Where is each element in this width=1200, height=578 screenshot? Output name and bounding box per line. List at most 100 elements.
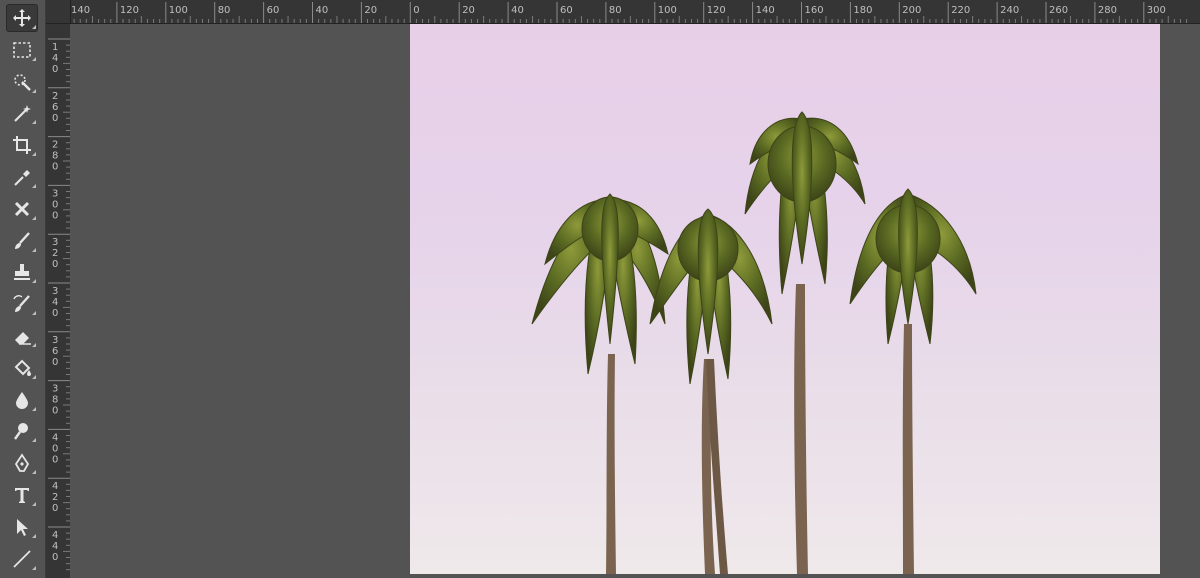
ruler-label: 40 [316, 5, 329, 16]
ruler-label: 400 [52, 432, 58, 465]
ruler-label: 340 [52, 286, 58, 319]
tool-group-indicator [32, 311, 36, 316]
tool-group-indicator [32, 374, 36, 379]
ruler-label: 80 [609, 5, 622, 16]
ruler-label: 20 [462, 5, 475, 16]
pen-tool[interactable] [6, 449, 38, 477]
brush-icon [15, 231, 30, 249]
tool-group-indicator [32, 120, 36, 125]
ruler-label: 0 [413, 5, 419, 16]
ruler-label: 300 [1147, 5, 1166, 16]
history-brush-icon [13, 295, 30, 313]
tool-group-indicator [32, 25, 36, 29]
tool-group-indicator [32, 152, 36, 157]
ruler-label: 320 [52, 237, 58, 270]
tool-group-indicator [32, 438, 36, 443]
ruler-label: 60 [560, 5, 573, 16]
ruler-label: 120 [120, 5, 139, 16]
marquee-tool[interactable] [6, 36, 38, 64]
brush-tool[interactable] [6, 227, 38, 255]
move-icon [13, 9, 31, 27]
ruler-label: 60 [267, 5, 280, 16]
dodge-icon [14, 423, 28, 441]
tool-group-indicator [32, 88, 36, 93]
tool-group-indicator [32, 279, 36, 284]
rect-marquee-icon [13, 41, 31, 58]
ruler-label: 360 [52, 335, 58, 368]
quick-selection-tool[interactable] [6, 68, 38, 96]
document-canvas[interactable] [410, 24, 1160, 574]
ruler-label: 440 [52, 530, 58, 563]
clone-stamp-tool[interactable] [6, 258, 38, 286]
paint-bucket-icon [14, 359, 31, 376]
eraser-icon [15, 332, 31, 345]
ruler-label: 280 [52, 140, 58, 173]
magic-wand-icon [14, 105, 31, 123]
vertical-ruler[interactable]: 140 260 280 300 320 340 360 380 400 420 440 [46, 23, 71, 578]
paint-bucket-tool[interactable] [6, 354, 38, 382]
horizontal-ruler-scale: 140 120 100 80 60 40 20 0 20 40 60 80 100 120 140 160 18… [67, 2, 1188, 23]
ruler-label: 20 [364, 5, 377, 16]
eraser-tool[interactable] [6, 322, 38, 350]
tool-group-indicator [32, 343, 36, 347]
blur-tool[interactable] [6, 386, 38, 414]
pen-icon [14, 453, 30, 473]
ruler-label: 80 [218, 5, 231, 16]
ruler-label: 300 [52, 188, 58, 221]
ruler-label: 140 [756, 5, 775, 16]
healing-brush-icon [14, 201, 30, 216]
vertical-ruler-scale: 1 4 0 2 6 0 2 8 0 3 0 0 3 2 0 3 4 0 3 6 0 3 8 0 4 0 0 4 2 0 4 4 0 [48, 38, 70, 571]
tool-group-indicator [32, 56, 36, 61]
ruler-label: 220 [951, 5, 970, 16]
ruler-label: 40 [511, 5, 524, 16]
eyedropper-icon [14, 170, 30, 186]
path-selection-tool[interactable] [6, 513, 38, 541]
magic-wand-tool[interactable] [6, 99, 38, 127]
blur-drop-icon [16, 391, 28, 409]
ruler-label: 240 [1000, 5, 1019, 16]
tool-group-indicator [32, 533, 36, 538]
crop-tool[interactable] [6, 131, 38, 159]
ruler-label: 140 [71, 5, 90, 16]
tool-group-indicator [32, 565, 36, 570]
line-tool[interactable] [6, 545, 38, 573]
ruler-label: 140 [52, 42, 58, 75]
arrow-icon [17, 518, 28, 536]
ruler-label: 120 [707, 5, 726, 16]
tool-group-indicator [32, 470, 36, 475]
move-tool[interactable] [6, 4, 38, 32]
tool-group-indicator [32, 502, 36, 506]
palm-trees-photo [531, 111, 977, 574]
healing-brush-tool[interactable] [6, 195, 38, 223]
tool-group-indicator [32, 247, 36, 252]
tool-group-indicator [32, 215, 36, 220]
eyedropper-tool[interactable] [6, 163, 38, 191]
palm-tree [649, 208, 773, 574]
ruler-label: 100 [169, 5, 188, 16]
ruler-label: 260 [52, 91, 58, 124]
ruler-label: 420 [52, 481, 58, 514]
quick-selection-icon [14, 73, 31, 91]
ruler-label: 200 [902, 5, 921, 16]
ruler-label: 100 [658, 5, 677, 16]
tools-panel [0, 0, 46, 578]
palm-tree [849, 188, 977, 574]
dodge-tool[interactable] [6, 417, 38, 445]
ruler-origin[interactable] [46, 0, 71, 24]
line-icon [13, 549, 31, 568]
palm-tree [531, 193, 669, 574]
tool-group-indicator [32, 406, 36, 411]
stamp-icon [14, 264, 30, 281]
horizontal-ruler[interactable]: 140 120 100 80 60 40 20 0 20 40 60 80 100 120 140 160 18… [46, 0, 1200, 24]
tool-group-indicator [32, 184, 36, 188]
palm-tree [744, 111, 866, 574]
type-icon [15, 488, 29, 503]
type-tool[interactable] [6, 481, 38, 509]
ruler-label: 160 [805, 5, 824, 16]
ruler-label: 180 [853, 5, 872, 16]
history-brush-tool[interactable] [6, 290, 38, 318]
ruler-label: 260 [1049, 5, 1068, 16]
crop-icon [13, 136, 31, 155]
ruler-label: 280 [1098, 5, 1117, 16]
ruler-label: 380 [52, 384, 58, 417]
